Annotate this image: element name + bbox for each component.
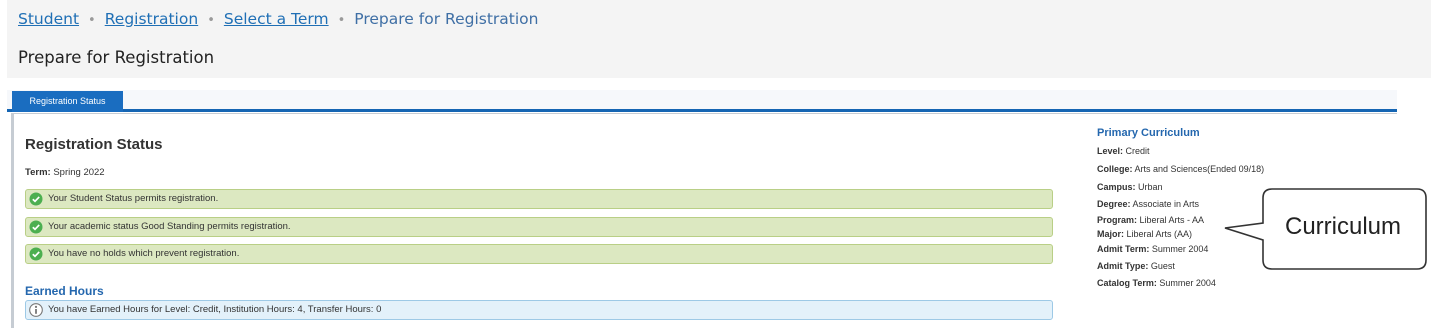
tab-bar: Registration Status <box>7 90 1397 112</box>
breadcrumb: Student • Registration • Select a Term • Prepa… <box>18 10 538 28</box>
curriculum-row-program: Program: Liberal Arts - AA <box>1097 215 1205 225</box>
breadcrumb-separator: • <box>337 13 346 28</box>
check-circle-icon <box>29 192 43 206</box>
curriculum-row-college: College: Arts and Sciences(Ended 09/18) <box>1097 164 1265 174</box>
status-message: Your Student Status permits registration… <box>25 189 1053 209</box>
page-title: Prepare for Registration <box>18 48 215 67</box>
breadcrumb-link-select-term[interactable]: Select a Term <box>224 10 329 28</box>
breadcrumb-link-student[interactable]: Student <box>18 10 79 28</box>
breadcrumb-current: Prepare for Registration <box>354 10 539 28</box>
primary-curriculum-title: Primary Curriculum <box>1097 127 1200 139</box>
curriculum-row-admit-type: Admit Type: Guest <box>1097 261 1175 271</box>
breadcrumb-separator: • <box>207 13 215 28</box>
curriculum-row-campus: Campus: Urban <box>1097 182 1163 192</box>
term-label: Term: <box>25 167 51 178</box>
status-message-text: Your academic status Good Standing permi… <box>48 221 291 232</box>
earned-hours-message: You have Earned Hours for Level: Credit,… <box>25 300 1053 320</box>
check-circle-icon <box>29 220 43 234</box>
curriculum-row-catalog-term: Catalog Term: Summer 2004 <box>1097 278 1216 288</box>
breadcrumb-separator: • <box>88 13 96 28</box>
curriculum-row-major: Major: Liberal Arts (AA) <box>1097 229 1193 239</box>
term-info: Term: Spring 2022 <box>25 167 105 178</box>
section-title-registration-status: Registration Status <box>25 136 163 153</box>
tab-registration-status[interactable]: Registration Status <box>12 91 123 112</box>
status-message-text: Your Student Status permits registration… <box>48 193 219 204</box>
section-title-earned-hours: Earned Hours <box>25 284 104 298</box>
breadcrumb-link-registration[interactable]: Registration <box>105 10 198 28</box>
curriculum-row-admit-term: Admit Term: Summer 2004 <box>1097 244 1209 254</box>
status-message: Your academic status Good Standing permi… <box>25 217 1053 237</box>
term-value: Spring 2022 <box>53 167 105 178</box>
status-message: You have no holds which prevent registra… <box>25 244 1053 264</box>
check-circle-icon <box>29 247 43 261</box>
curriculum-row-degree: Degree: Associate in Arts <box>1097 199 1200 209</box>
status-message-text: You have no holds which prevent registra… <box>48 248 240 259</box>
info-circle-icon <box>29 303 43 317</box>
curriculum-row-level: Level: Credit <box>1097 146 1150 156</box>
earned-hours-text: You have Earned Hours for Level: Credit,… <box>48 304 382 315</box>
callout-label: Curriculum <box>1284 213 1401 240</box>
